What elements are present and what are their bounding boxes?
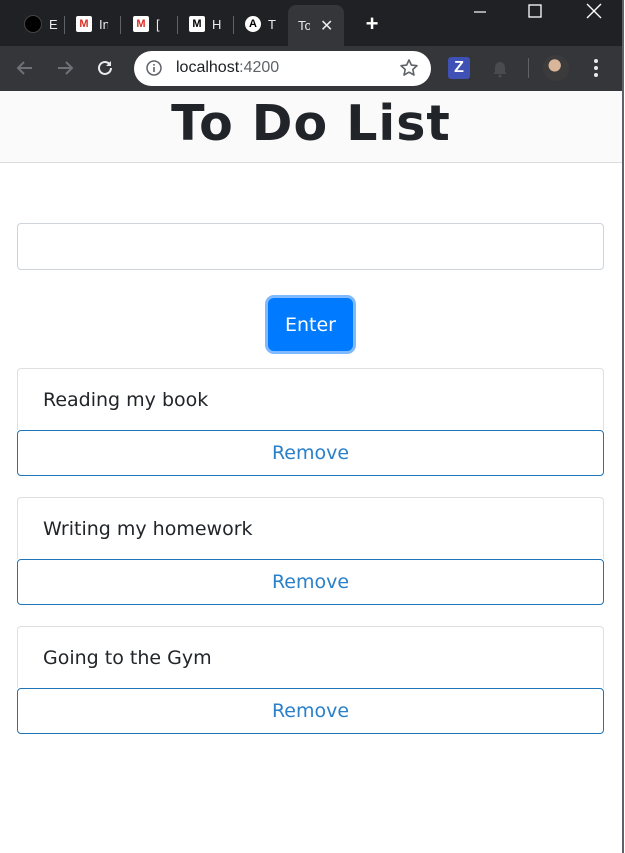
todo-text: Reading my book bbox=[43, 389, 209, 411]
tab-title: To Do List bbox=[298, 18, 310, 33]
reload-icon[interactable] bbox=[94, 57, 116, 79]
forward-arrow-icon[interactable] bbox=[54, 57, 76, 79]
back-arrow-icon[interactable] bbox=[14, 57, 36, 79]
todo-item: Writing my homework bbox=[17, 497, 604, 559]
toolbar-divider bbox=[528, 58, 529, 78]
url-host: localhost bbox=[176, 59, 240, 76]
close-icon[interactable]: ✕ bbox=[320, 16, 333, 36]
address-bar[interactable]: localhost:4200 bbox=[134, 51, 431, 86]
github-icon bbox=[24, 15, 42, 33]
profile-avatar[interactable] bbox=[543, 55, 569, 81]
new-tab-button[interactable]: + bbox=[361, 13, 383, 35]
enter-button[interactable]: Enter bbox=[268, 298, 353, 351]
maximize-icon[interactable] bbox=[515, 0, 555, 26]
browser-tab-active[interactable]: To Do List ✕ bbox=[288, 5, 344, 46]
todo-item: Going to the Gym bbox=[17, 626, 604, 688]
gmail-icon: M bbox=[76, 16, 92, 32]
browser-tab-4[interactable]: M H bbox=[189, 10, 221, 38]
url-port: :4200 bbox=[239, 59, 280, 76]
extension-bell-icon[interactable] bbox=[489, 57, 511, 84]
todo-item: Reading my book bbox=[17, 368, 604, 430]
tab-title: T bbox=[268, 16, 276, 32]
page-title: To Do List bbox=[171, 95, 451, 152]
remove-button[interactable]: Remove bbox=[17, 688, 604, 734]
browser-tab-5[interactable]: A T bbox=[245, 10, 277, 38]
tab-title: In bbox=[99, 16, 108, 32]
todo-text: Writing my homework bbox=[43, 518, 253, 540]
tab-title: [ bbox=[156, 16, 160, 32]
url-text: localhost:4200 bbox=[176, 59, 279, 77]
todo-text: Going to the Gym bbox=[43, 647, 212, 669]
browser-tab-3[interactable]: M [ bbox=[133, 10, 165, 38]
remove-button[interactable]: Remove bbox=[17, 559, 604, 605]
extension-z-icon[interactable]: Z bbox=[448, 57, 470, 79]
window-close-icon[interactable] bbox=[574, 0, 614, 26]
bookmark-star-icon[interactable] bbox=[399, 58, 419, 83]
browser-tab-1[interactable]: E bbox=[24, 10, 58, 38]
tab-title: H bbox=[212, 16, 221, 32]
todo-input[interactable] bbox=[17, 223, 604, 270]
browser-tab-2[interactable]: M In bbox=[76, 10, 108, 38]
tab-strip: E M In M [ M H A T To Do List ✕ + bbox=[0, 0, 622, 46]
page-header: To Do List bbox=[0, 91, 622, 163]
remove-button[interactable]: Remove bbox=[17, 430, 604, 476]
angular-icon: A bbox=[245, 16, 261, 32]
kebab-menu-icon[interactable] bbox=[587, 57, 605, 84]
minimize-icon[interactable] bbox=[460, 0, 500, 26]
tab-title: E bbox=[49, 16, 58, 32]
gmail-icon: M bbox=[133, 16, 149, 32]
info-icon[interactable] bbox=[146, 60, 162, 81]
medium-icon: M bbox=[189, 16, 205, 32]
